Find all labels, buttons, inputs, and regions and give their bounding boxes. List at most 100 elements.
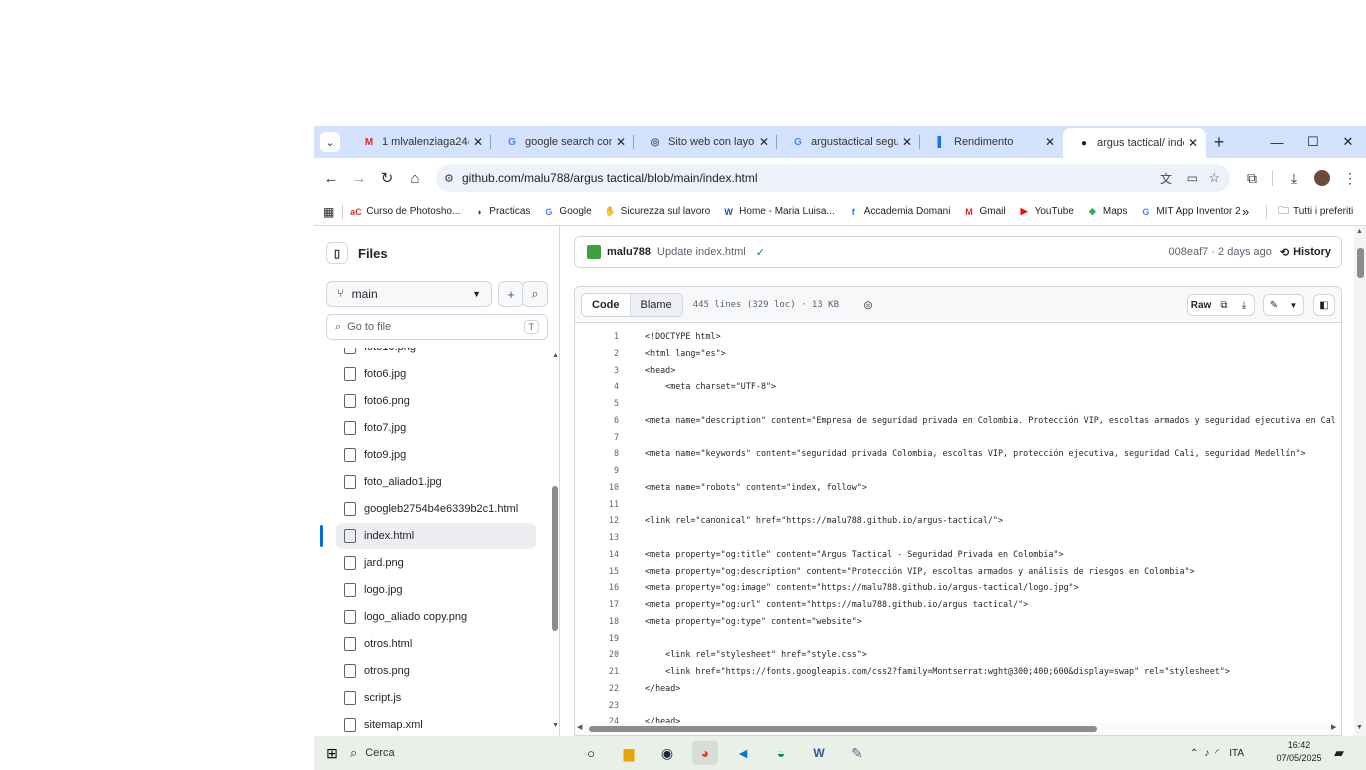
download-icon[interactable]: ⤓ [1234, 294, 1255, 316]
line-number[interactable]: 24 [575, 716, 619, 723]
translate-icon[interactable]: 文 [1160, 170, 1172, 187]
line-number[interactable]: 13 [575, 532, 619, 542]
line-number[interactable]: 5 [575, 398, 619, 408]
wifi-icon[interactable]: ◜ [1215, 748, 1219, 759]
page-scroll-thumb[interactable] [1357, 248, 1364, 278]
steam-icon[interactable]: ◉ [654, 741, 680, 765]
file-tree-item[interactable]: foto9.jpg [336, 442, 536, 468]
tab-search-button[interactable]: ⌄ [320, 132, 340, 152]
line-number[interactable]: 2 [575, 348, 619, 358]
raw-button[interactable]: Raw [1187, 294, 1215, 316]
file-tree-item[interactable]: foto6.png [336, 388, 536, 414]
line-number[interactable]: 6 [575, 415, 619, 425]
line-number[interactable]: 21 [575, 666, 619, 676]
line-number[interactable]: 11 [575, 499, 619, 509]
history-button[interactable]: ⟲ History [1280, 246, 1331, 259]
file-tree-item[interactable]: index.html [336, 523, 536, 549]
line-number[interactable]: 16 [575, 582, 619, 592]
file-tree-item[interactable]: otros.png [336, 658, 536, 684]
file-list-scroll-thumb[interactable] [552, 486, 558, 631]
taskbar-search[interactable]: ⌕ Cerca [350, 736, 570, 770]
site-info-icon[interactable]: ⚙ [444, 172, 454, 185]
file-tree-item[interactable]: foto_aliado1.jpg [336, 469, 536, 495]
bookmark-item[interactable]: aC Curso de Photosho... [349, 205, 460, 218]
line-number[interactable]: 20 [575, 649, 619, 659]
browser-tab[interactable]: ▌ Rendimento ✕ [920, 126, 1063, 158]
bookmark-item[interactable]: ◑ Practicas [472, 205, 530, 218]
tab-blame[interactable]: Blame [630, 293, 682, 316]
symbols-panel-icon[interactable]: ◧ [1313, 294, 1335, 316]
bookmark-star-icon[interactable]: ☆ [1208, 170, 1220, 186]
line-number[interactable]: 19 [575, 633, 619, 643]
collapse-panel-icon[interactable]: ▯ [326, 242, 348, 264]
add-file-button[interactable]: + [498, 281, 524, 307]
volume-icon[interactable]: ♪ [1204, 748, 1209, 759]
apps-grid-icon[interactable]: ▦ [323, 205, 334, 219]
address-bar[interactable]: ⚙ github.com/malu788/argus tactical/blob… [436, 164, 1230, 192]
browser-tab[interactable]: M 1 mlvalenziaga24@ ✕ [348, 126, 491, 158]
close-tab-icon[interactable]: ✕ [473, 135, 483, 149]
line-number[interactable]: 15 [575, 566, 619, 576]
file-tree-item[interactable]: otros.html [336, 631, 536, 657]
home-button[interactable]: ⌂ [401, 164, 429, 192]
file-tree-item[interactable]: logo_aliado copy.png [336, 604, 536, 630]
line-number[interactable]: 8 [575, 448, 619, 458]
file-tree-item[interactable]: foto7.jpg [336, 415, 536, 441]
file-explorer-icon[interactable]: ▆ [616, 741, 642, 765]
line-number[interactable]: 18 [575, 616, 619, 626]
line-number[interactable]: 9 [575, 465, 619, 475]
commit-message[interactable]: Update index.html [657, 246, 746, 258]
bookmark-item[interactable]: G MIT App Inventor 2 [1139, 205, 1240, 218]
word-icon[interactable]: W [806, 741, 832, 765]
file-tree-item[interactable]: sitemap.xml [336, 712, 536, 736]
close-tab-icon[interactable]: ✕ [759, 135, 769, 149]
search-files-button[interactable]: ⌕ [522, 281, 548, 307]
line-number[interactable]: 10 [575, 482, 619, 492]
bookmark-item[interactable]: M Gmail [962, 205, 1005, 218]
file-tree-item[interactable]: foto10.png [336, 348, 536, 360]
close-tab-icon[interactable]: ✕ [1188, 136, 1198, 150]
language-indicator[interactable]: ITA [1229, 748, 1244, 759]
reload-button[interactable]: ↻ [373, 164, 401, 192]
vscode-icon[interactable]: ◄ [730, 741, 756, 765]
bookmark-item[interactable]: ✋ Sicurezza sul lavoro [604, 205, 711, 218]
minimize-button[interactable]: — [1259, 126, 1295, 158]
branch-selector[interactable]: ⑂ main ▼ [326, 281, 492, 307]
clock[interactable]: 16:42 07/05/2025 [1276, 739, 1322, 765]
paint-icon[interactable]: ✎ [844, 741, 870, 765]
file-tree-item[interactable]: jard.png [336, 550, 536, 576]
page-vertical-scrollbar[interactable]: ▲ ▼ [1354, 226, 1366, 736]
chrome-icon[interactable]: ◕ [692, 741, 718, 765]
edit-options-chevron-icon[interactable]: ▼ [1284, 294, 1304, 316]
file-tree-item[interactable]: script.js [336, 685, 536, 711]
edge-icon[interactable]: ◒ [768, 741, 794, 765]
copy-icon[interactable]: ⧉ [1214, 294, 1235, 316]
code-horizontal-scrollbar[interactable]: ◀ ▶ [575, 723, 1341, 735]
close-window-button[interactable]: ✕ [1330, 126, 1366, 158]
extensions-icon[interactable]: ⧉ [1238, 164, 1266, 192]
line-number[interactable]: 1 [575, 331, 619, 341]
avatar[interactable] [587, 245, 601, 259]
browser-tab[interactable]: ● argus tactical/ index.h ✕ [1063, 128, 1206, 158]
chevron-up-icon[interactable]: ⌃ [1190, 748, 1198, 759]
bookmark-item[interactable]: ◆ Maps [1086, 205, 1127, 218]
install-app-icon[interactable]: ▭ [1187, 171, 1198, 185]
file-tree-item[interactable]: foto6.jpg [336, 361, 536, 387]
bookmark-item[interactable]: ▶ YouTube [1018, 205, 1074, 218]
line-number[interactable]: 7 [575, 432, 619, 442]
line-number[interactable]: 17 [575, 599, 619, 609]
start-button[interactable]: ⊞ [314, 736, 350, 770]
line-number[interactable]: 14 [575, 549, 619, 559]
more-bookmarks-button[interactable]: » [1242, 204, 1249, 219]
notification-icon[interactable]: ▰ [1334, 736, 1344, 770]
menu-icon[interactable]: ⋮ [1336, 164, 1364, 192]
file-tree-item[interactable]: logo.jpg [336, 577, 536, 603]
bookmark-item[interactable]: G Google [542, 205, 591, 218]
copilot-icon[interactable]: ⊜ [863, 298, 873, 312]
code-scroll-thumb[interactable] [589, 726, 1097, 732]
browser-tab[interactable]: ◎ Sito web con layout ✕ [634, 126, 777, 158]
commit-meta[interactable]: 008eaf7 · 2 days ago [1169, 246, 1272, 258]
bookmark-item[interactable]: W Home - Maria Luisa... [722, 205, 834, 218]
all-bookmarks-button[interactable]: 🗀 Tutti i preferiti [1278, 202, 1353, 221]
forward-button[interactable]: → [345, 164, 373, 192]
